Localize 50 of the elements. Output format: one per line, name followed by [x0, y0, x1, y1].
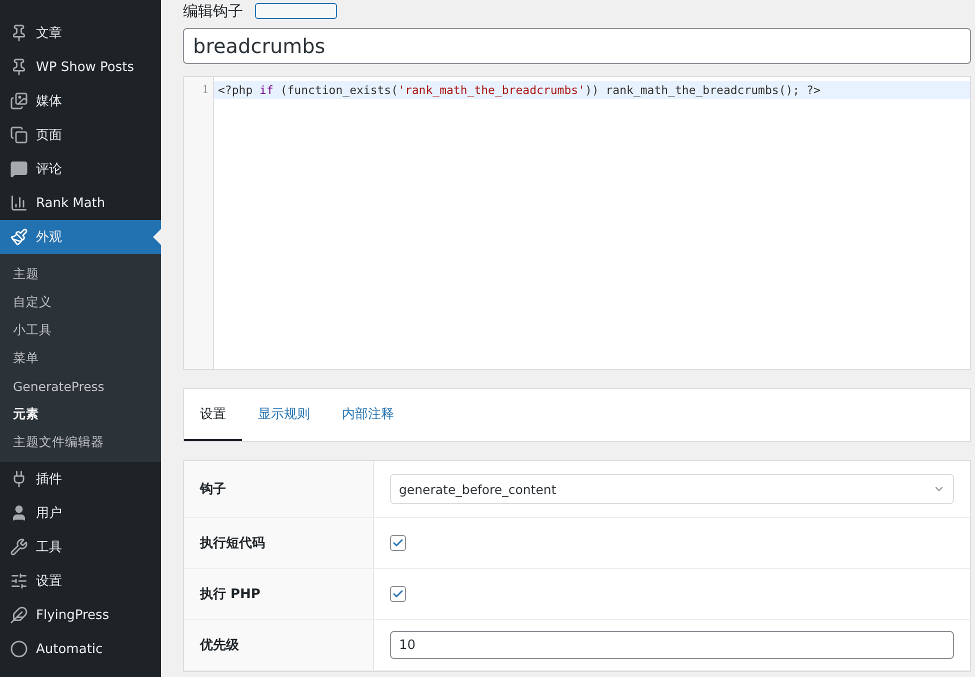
speech-bubble-icon: [10, 160, 28, 178]
sidebar-item[interactable]: Automatic: [0, 632, 161, 666]
checkmark-icon: [392, 537, 404, 549]
sidebar-item[interactable]: 评论: [0, 152, 161, 186]
person-icon: [10, 504, 28, 522]
sidebar-item[interactable]: 用户: [0, 496, 161, 530]
pages-icon: [10, 126, 28, 144]
sidebar-item[interactable]: 页面: [0, 118, 161, 152]
submenu-item[interactable]: 小工具: [0, 316, 161, 344]
checkmark-icon: [392, 588, 404, 600]
code-editor[interactable]: 1 <?php if (function_exists('rank_math_the_breadcrumbs')) rank_math_the_breadcrumbs(); ?>: [183, 76, 971, 370]
setting-label: 执行短代码: [184, 518, 374, 568]
pin-icon: [10, 24, 28, 42]
checkbox[interactable]: [390, 535, 406, 551]
setting-label: 钩子: [184, 461, 374, 517]
sidebar-item[interactable]: 插件: [0, 462, 161, 496]
paintbrush-icon: [10, 228, 28, 246]
sidebar-item[interactable]: WP Show Posts: [0, 50, 161, 84]
circle-icon: [10, 640, 28, 658]
images-icon: [10, 92, 28, 110]
submenu-item[interactable]: 元素: [0, 400, 161, 428]
add-new-button[interactable]: [255, 3, 337, 19]
sidebar-item[interactable]: 工具: [0, 530, 161, 564]
submenu-item[interactable]: GeneratePress: [0, 372, 161, 400]
priority-input-field[interactable]: 10: [390, 631, 954, 659]
wrench-icon: [10, 538, 28, 556]
pin-icon: [10, 58, 28, 76]
sidebar-item[interactable]: 外观: [0, 220, 161, 254]
sliders-icon: [10, 572, 28, 590]
sidebar-item[interactable]: 媒体: [0, 84, 161, 118]
setting-label: 执行 PHP: [184, 569, 374, 619]
sidebar-item[interactable]: 设置: [0, 564, 161, 598]
setting-label: 优先级: [184, 620, 374, 670]
title-input-field[interactable]: breadcrumbs: [183, 28, 971, 64]
submenu-item[interactable]: 主题文件编辑器: [0, 428, 161, 456]
tab[interactable]: 设置: [184, 389, 242, 441]
feather-icon: [10, 606, 28, 624]
bar-chart-icon: [10, 194, 28, 212]
sidebar-item[interactable]: Rank Math: [0, 186, 161, 220]
line-number: 1: [201, 82, 210, 98]
hook-select[interactable]: generate_before_content: [390, 474, 954, 504]
tab[interactable]: 内部注释: [326, 389, 410, 441]
sidebar-item[interactable]: 文章: [0, 16, 161, 50]
submenu-item[interactable]: 主题: [0, 260, 161, 288]
submenu-item[interactable]: 自定义: [0, 288, 161, 316]
submenu-item[interactable]: 菜单: [0, 344, 161, 372]
page-heading: 编辑钩子: [183, 2, 243, 20]
checkbox[interactable]: [390, 586, 406, 602]
tab[interactable]: 显示规则: [242, 389, 326, 441]
sidebar-item[interactable]: FlyingPress: [0, 598, 161, 632]
